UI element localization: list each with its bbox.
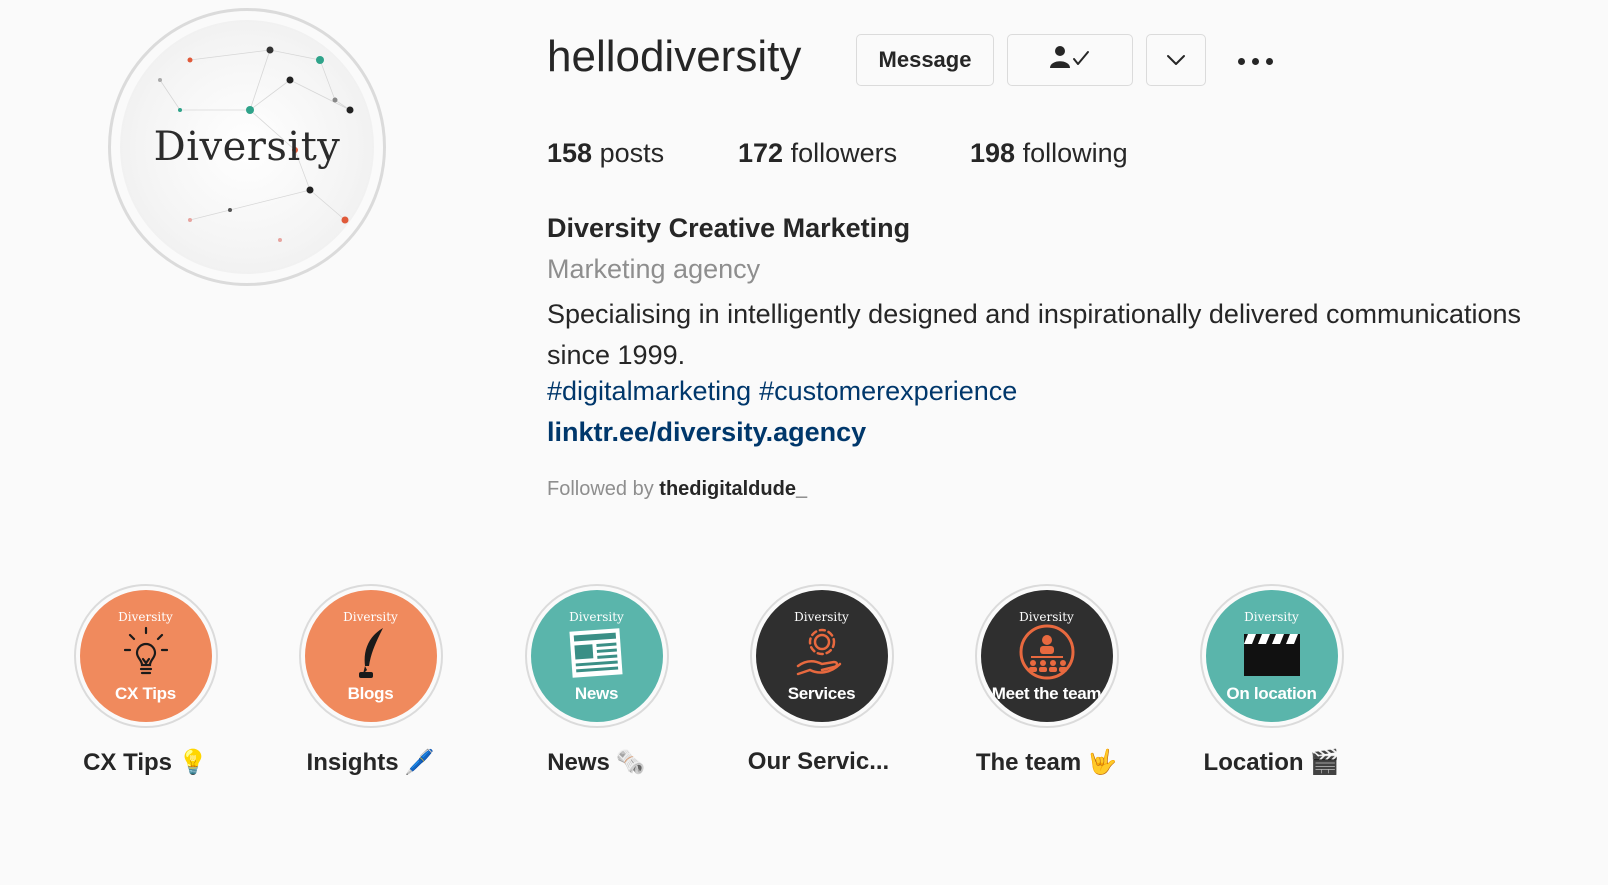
hashtag-link[interactable]: #digitalmarketing (547, 376, 751, 406)
highlight-news[interactable]: Diversity News News 🗞️ (484, 584, 709, 777)
profile-category: Marketing agency (547, 254, 761, 284)
highlight-cover: Diversity Blogs (304, 590, 437, 722)
following-link[interactable]: 198 following (970, 138, 1128, 169)
clapperboard-icon (1240, 626, 1304, 680)
avatar-image: Diversity (120, 20, 374, 274)
highlight-cx-tips[interactable]: Diversity CX Tips CX Tips 💡 (33, 584, 258, 777)
highlight-location[interactable]: Diversity On location Location 🎬 (1159, 584, 1384, 777)
lightbulb-icon (123, 626, 168, 680)
highlight-cover: Diversity Services (755, 590, 888, 722)
gear-hand-icon (792, 626, 852, 680)
team-icon (1017, 624, 1077, 680)
ellipsis-icon[interactable] (1232, 48, 1278, 74)
highlight-label: Insights 🖊️ (306, 749, 435, 776)
highlight-cover: Diversity Meet the team (980, 590, 1113, 722)
newspaper-icon (567, 626, 627, 680)
suggested-dropdown-button[interactable] (1146, 34, 1206, 86)
following-button[interactable] (1007, 34, 1133, 86)
highlight-cover: Diversity CX Tips (79, 590, 212, 722)
highlight-insights[interactable]: Diversity Blogs Insights 🖊️ (258, 584, 483, 777)
profile-full-name: Diversity Creative Marketing (547, 213, 911, 243)
followers-link[interactable]: 172 followers (738, 138, 897, 169)
profile-bio: Specialising in intelligently designed a… (547, 299, 1522, 370)
highlight-cover: Diversity On location (1205, 590, 1338, 722)
highlight-label: Our Servic... (747, 748, 890, 775)
avatar-logo-text: Diversity (153, 124, 341, 170)
profile-username: hellodiversity (547, 32, 802, 81)
message-button[interactable]: Message (856, 34, 994, 86)
highlight-team[interactable]: Diversity Meet the team The team 🤟 (934, 584, 1159, 777)
posts-count: 158 posts (547, 138, 665, 168)
hashtag-link[interactable]: #customerexperience (759, 376, 1017, 406)
quill-pen-icon (349, 626, 393, 680)
profile-avatar[interactable]: Diversity (108, 8, 386, 286)
highlight-label: The team 🤟 (975, 749, 1118, 776)
followed-by[interactable]: Followed by thedigitaldude_ (547, 478, 807, 501)
bio-hashtags: #digitalmarketing #customerexperience (547, 376, 1025, 407)
highlight-label: News 🗞️ (547, 749, 646, 776)
highlight-services[interactable]: Diversity Services Our Servic... (709, 584, 934, 776)
profile-website-link[interactable]: linktr.ee/diversity.agency (547, 417, 866, 448)
highlight-label: CX Tips 💡 (83, 749, 208, 776)
person-check-icon (1048, 44, 1092, 76)
highlight-cover: Diversity News (530, 590, 663, 722)
highlight-label: Location 🎬 (1203, 749, 1340, 776)
chevron-down-icon (1165, 47, 1187, 73)
